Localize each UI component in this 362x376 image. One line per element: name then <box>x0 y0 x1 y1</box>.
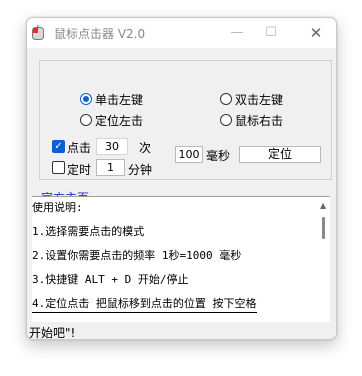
timer-checkbox[interactable] <box>52 161 65 174</box>
options-group: 单击左键 双击左键 定位左击 鼠标右击 ✓ 点击 30 次 100 毫秒 定位 … <box>39 60 332 180</box>
scroll-thumb[interactable] <box>322 217 325 239</box>
radio-right-click[interactable] <box>220 114 232 126</box>
radio-locate-left-click[interactable] <box>80 114 92 126</box>
radio-label-right-click[interactable]: 鼠标右击 <box>235 112 283 129</box>
minimize-button[interactable]: — <box>229 25 245 41</box>
interval-input[interactable]: 100 <box>175 146 203 163</box>
click-count-checkbox[interactable]: ✓ <box>52 140 65 153</box>
instructions-line: 4.定位点击 把鼠标移到点击的位置 按下空格 <box>32 295 257 313</box>
radio-label-single-left[interactable]: 单击左键 <box>95 91 143 108</box>
instructions-line: 1.选择需要点击的模式 <box>32 225 145 238</box>
click-count-input[interactable]: 30 <box>96 138 128 155</box>
maximize-button[interactable]: ☐ <box>263 25 279 41</box>
timer-unit: 分钟 <box>128 163 153 177</box>
radio-label-double-left[interactable]: 双击左键 <box>235 91 283 108</box>
radio-label-locate-left[interactable]: 定位左击 <box>95 112 143 129</box>
timer-input[interactable]: 1 <box>96 159 125 176</box>
instructions-textarea[interactable]: 使用说明: 1.选择需要点击的模式 2.设置你需要点击的频率 1秒=1000 毫… <box>32 196 330 322</box>
app-window: 鼠标点击器 V2.0 — ☐ ✕ 单击左键 双击左键 定位左击 鼠标右击 ✓ 点… <box>26 17 337 340</box>
instructions-line: 3.快捷键 ALT + D 开始/停止 <box>32 273 189 286</box>
close-button[interactable]: ✕ <box>308 25 324 41</box>
instructions-line: 使用说明: <box>32 201 83 214</box>
title-bar: 鼠标点击器 V2.0 — ☐ ✕ <box>27 18 336 48</box>
instructions-line: 2.设置你需要点击的频率 1秒=1000 毫秒 <box>32 249 242 262</box>
interval-unit: 毫秒 <box>206 149 231 163</box>
mouse-app-icon <box>32 25 44 40</box>
radio-single-left-click[interactable] <box>80 93 92 105</box>
click-count-unit: 次 <box>139 141 152 155</box>
timer-label: 定时 <box>67 163 92 177</box>
locate-button[interactable]: 定位 <box>239 146 321 163</box>
radio-double-left-click[interactable] <box>220 93 232 105</box>
scroll-up-arrow-icon[interactable]: ▲ <box>320 201 326 210</box>
window-title: 鼠标点击器 V2.0 <box>54 27 146 41</box>
click-count-label: 点击 <box>67 141 92 155</box>
status-text: 开始吧"! <box>29 326 76 340</box>
textarea-scrollbar[interactable]: ▲ <box>317 197 330 322</box>
